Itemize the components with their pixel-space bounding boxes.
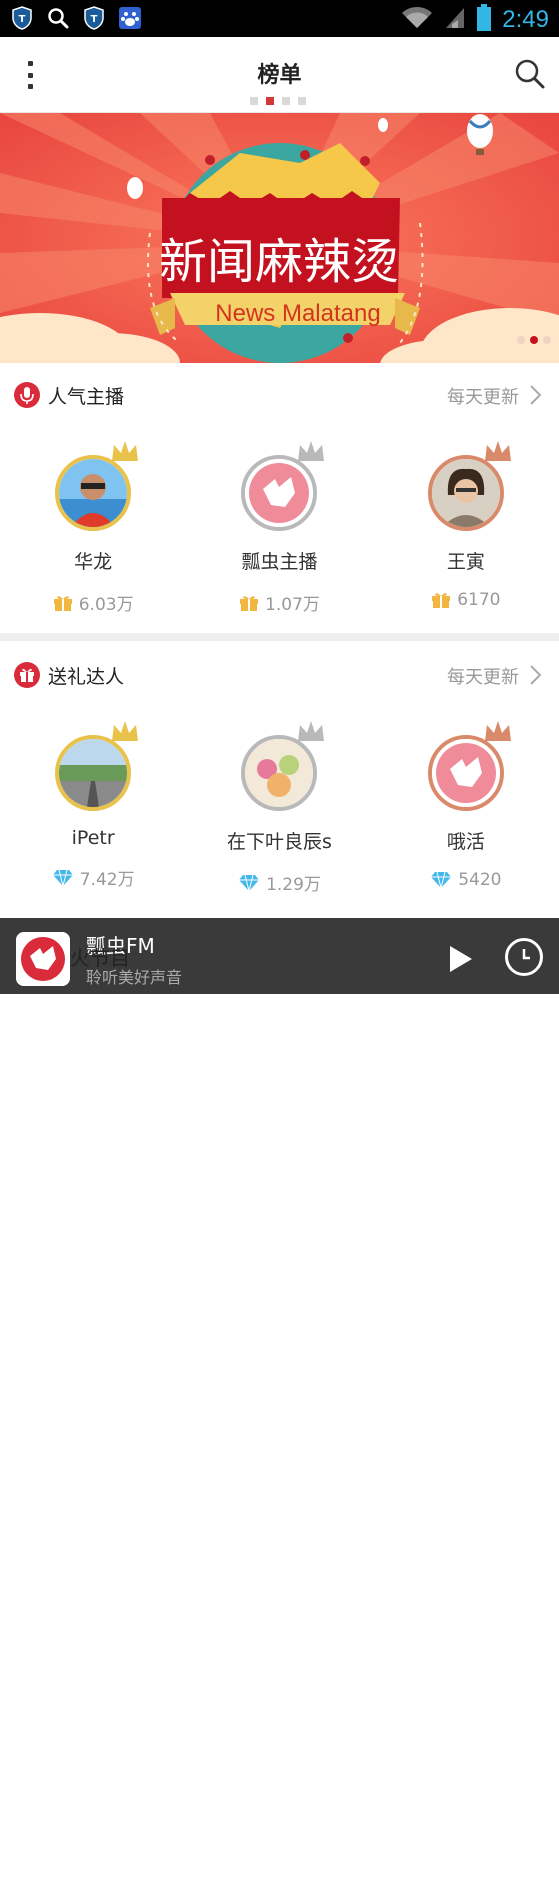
status-bar: T T 2:49 bbox=[0, 0, 559, 37]
crown-icon bbox=[484, 441, 511, 461]
crown-icon bbox=[112, 441, 139, 461]
wifi-icon bbox=[400, 6, 434, 34]
popular-hosts-grid: 华龙 6.03万 瓢虫主播 1.07万 王寅 6170 bbox=[0, 441, 559, 615]
avatar bbox=[241, 455, 318, 531]
avatar bbox=[55, 735, 132, 811]
host-stat: 6.03万 bbox=[0, 590, 186, 615]
search-icon[interactable] bbox=[513, 57, 547, 91]
carousel-dot[interactable] bbox=[543, 336, 551, 344]
promo-banner[interactable]: 新闻麻辣烫 News Malatang bbox=[0, 113, 559, 363]
diamond-icon bbox=[52, 869, 73, 886]
banner-title: 新闻麻辣烫 bbox=[159, 234, 399, 290]
gifter-stat: 5420 bbox=[373, 870, 559, 890]
gifter-stat: 7.42万 bbox=[0, 865, 186, 890]
crown-icon bbox=[298, 721, 325, 741]
banner-subtitle: News Malatang bbox=[215, 300, 380, 327]
section-header-top-gifters[interactable]: 送礼达人 每天更新 bbox=[0, 645, 559, 705]
page-dot-active[interactable] bbox=[266, 97, 274, 105]
crown-icon bbox=[484, 721, 511, 741]
section-title: 送礼达人 bbox=[48, 666, 125, 688]
gift-icon bbox=[240, 595, 259, 611]
crown-icon bbox=[112, 721, 139, 741]
gifter-card[interactable]: iPetr 7.42万 bbox=[0, 721, 186, 895]
host-card[interactable]: 华龙 6.03万 bbox=[0, 441, 186, 615]
avatar bbox=[427, 455, 504, 531]
svg-text:T: T bbox=[19, 14, 26, 25]
battery-icon bbox=[476, 4, 492, 36]
host-card[interactable]: 王寅 6170 bbox=[373, 441, 559, 615]
top-app-bar: 榜单 bbox=[0, 37, 559, 113]
host-stat: 1.07万 bbox=[186, 590, 372, 615]
stat-value: 7.42万 bbox=[79, 870, 135, 890]
shield-icon: T bbox=[10, 5, 34, 31]
chevron-right-icon[interactable] bbox=[527, 383, 545, 407]
stat-value: 1.29万 bbox=[266, 875, 321, 895]
page-dot[interactable] bbox=[298, 97, 306, 105]
gift-icon bbox=[53, 595, 72, 611]
section-divider bbox=[0, 633, 559, 641]
status-time: 2:49 bbox=[502, 6, 549, 33]
carousel-dot[interactable] bbox=[517, 336, 525, 344]
gifter-name: 哦活 bbox=[446, 831, 485, 853]
baidu-icon bbox=[118, 5, 142, 31]
signal-icon bbox=[444, 6, 466, 34]
avatar bbox=[241, 735, 318, 811]
section-more-link[interactable]: 每天更新 bbox=[447, 663, 519, 689]
carousel-dot-active[interactable] bbox=[530, 336, 538, 344]
playlist-icon[interactable] bbox=[505, 938, 543, 976]
search-notification-icon bbox=[46, 5, 70, 31]
gifter-card[interactable]: 哦活 5420 bbox=[373, 721, 559, 895]
page-title: 榜单 bbox=[257, 63, 302, 88]
diamond-icon bbox=[239, 874, 260, 891]
host-name: 华龙 bbox=[74, 551, 113, 573]
gift-icon bbox=[432, 593, 451, 608]
page-dot[interactable] bbox=[250, 97, 258, 105]
host-stat: 6170 bbox=[373, 590, 559, 610]
shield-icon: T bbox=[82, 5, 106, 31]
diamond-icon bbox=[431, 871, 452, 889]
gifter-card[interactable]: 在下叶良辰s 1.29万 bbox=[186, 721, 372, 895]
gifter-name: 在下叶良辰s bbox=[227, 831, 332, 853]
gifter-stat: 1.29万 bbox=[186, 870, 372, 895]
watermark: 网侠手机站 bbox=[370, 1848, 491, 1873]
gift-icon bbox=[14, 662, 40, 688]
section-title: 人气主播 bbox=[48, 386, 125, 408]
overlap-label: 火节目 bbox=[70, 946, 130, 970]
host-card[interactable]: 瓢虫主播 1.07万 bbox=[186, 441, 372, 615]
host-name: 瓢虫主播 bbox=[241, 551, 318, 573]
page-indicator bbox=[250, 97, 306, 105]
section-header-popular-hosts[interactable]: 人气主播 每天更新 bbox=[0, 365, 559, 425]
crown-icon bbox=[298, 441, 325, 461]
avatar bbox=[55, 455, 132, 531]
section-more-link[interactable]: 每天更新 bbox=[447, 383, 519, 409]
player-cover[interactable] bbox=[16, 932, 70, 986]
top-gifters-grid: iPetr 7.42万 在下叶良辰s 1.29万 哦活 5420 bbox=[0, 721, 559, 895]
stat-value: 6170 bbox=[457, 590, 501, 610]
stat-value: 6.03万 bbox=[78, 595, 134, 615]
avatar bbox=[427, 735, 504, 811]
stat-value: 1.07万 bbox=[265, 595, 320, 615]
svg-text:T: T bbox=[91, 14, 98, 25]
stat-value: 5420 bbox=[458, 870, 502, 890]
play-icon[interactable] bbox=[442, 942, 476, 976]
chevron-right-icon[interactable] bbox=[527, 663, 545, 687]
page-dot[interactable] bbox=[282, 97, 290, 105]
microphone-icon bbox=[14, 382, 40, 408]
host-name: 王寅 bbox=[446, 551, 485, 573]
banner-artwork: 新闻麻辣烫 News Malatang bbox=[0, 113, 559, 363]
gifter-name: iPetr bbox=[71, 827, 115, 849]
watermark-url: WWW.HACKHOME.COM bbox=[370, 1882, 522, 1897]
